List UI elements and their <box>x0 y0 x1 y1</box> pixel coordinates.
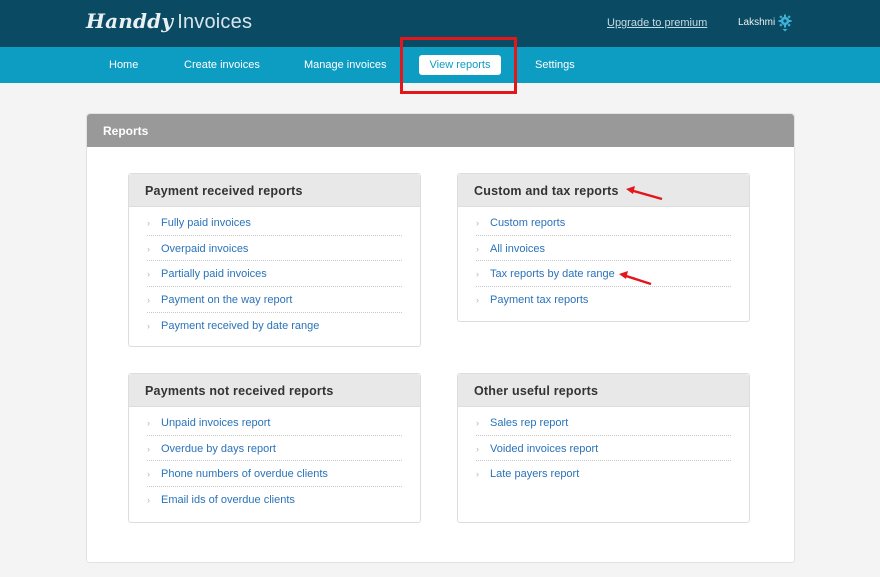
report-link[interactable]: Custom reports <box>490 217 565 229</box>
list-item: › Sales rep report <box>476 410 731 436</box>
section-title: Custom and tax reports <box>458 174 749 207</box>
nav-home[interactable]: Home <box>109 59 138 71</box>
list-item: › All invoices <box>476 236 731 262</box>
report-list: › Custom reports › All invoices › Tax repor… <box>458 207 749 313</box>
other-reports-section: Other useful reports › Sales rep report ›… <box>457 373 750 523</box>
chevron-right-icon: › <box>476 443 479 454</box>
list-item: › Payment tax reports <box>476 287 731 313</box>
section-title: Other useful reports <box>458 374 749 407</box>
report-link[interactable]: Late payers report <box>490 468 579 480</box>
not-received-section: Payments not received reports › Unpaid in… <box>128 373 421 523</box>
list-item: › Tax reports by date range <box>476 261 731 288</box>
chevron-right-icon: › <box>147 443 150 454</box>
chevron-right-icon: › <box>476 418 479 428</box>
chevron-right-icon: › <box>147 320 150 331</box>
user-name[interactable]: Lakshmi <box>738 17 775 28</box>
chevron-right-icon: › <box>147 218 150 228</box>
section-title: Payments not received reports <box>129 374 420 407</box>
report-link[interactable]: Phone numbers of overdue clients <box>161 468 328 480</box>
list-item: › Email ids of overdue clients <box>147 487 402 513</box>
list-item: › Phone numbers of overdue clients <box>147 461 402 488</box>
reports-panel: Reports Payment received reports › Fully … <box>86 113 795 563</box>
annotation-arrow-icon <box>619 271 652 286</box>
logo-plain: Invoices <box>177 11 253 33</box>
list-item: › Payment on the way report <box>147 287 402 313</box>
panel-title: Reports <box>103 124 149 138</box>
report-link[interactable]: Overdue by days report <box>161 443 276 455</box>
annotation-arrow-icon <box>626 186 663 201</box>
chevron-right-icon: › <box>476 243 479 254</box>
list-item: › Overpaid invoices <box>147 236 402 262</box>
logo-script: Handdy <box>86 9 174 33</box>
list-item: › Payment received by date range <box>147 313 402 339</box>
nav-create-invoices[interactable]: Create invoices <box>184 59 260 71</box>
list-item: › Fully paid invoices <box>147 210 402 236</box>
chevron-right-icon: › <box>147 295 150 306</box>
report-link[interactable]: Tax reports by date range <box>490 268 615 280</box>
report-list: › Unpaid invoices report › Overdue by days… <box>129 407 420 513</box>
report-link[interactable]: Email ids of overdue clients <box>161 494 295 506</box>
chevron-right-icon: › <box>147 243 150 254</box>
chevron-right-icon: › <box>476 295 479 306</box>
upgrade-link[interactable]: Upgrade to premium <box>607 17 707 29</box>
chevron-right-icon: › <box>476 218 479 228</box>
gear-icon[interactable] <box>778 14 792 32</box>
section-title: Payment received reports <box>129 174 420 207</box>
report-link[interactable]: All invoices <box>490 243 545 255</box>
chevron-right-icon: › <box>147 469 150 480</box>
annotation-highlight-box <box>400 37 517 94</box>
report-link[interactable]: Payment on the way report <box>161 294 292 306</box>
chevron-right-icon: › <box>147 495 150 506</box>
payment-received-section: Payment received reports › Fully paid inv… <box>128 173 421 347</box>
chevron-right-icon: › <box>147 418 150 428</box>
chevron-right-icon: › <box>147 269 150 280</box>
nav-manage-invoices[interactable]: Manage invoices <box>304 59 387 71</box>
report-link[interactable]: Sales rep report <box>490 417 568 429</box>
app-logo[interactable]: Handdy Invoices <box>86 9 252 34</box>
list-item: › Partially paid invoices <box>147 261 402 288</box>
nav-settings[interactable]: Settings <box>535 59 575 71</box>
report-link[interactable]: Unpaid invoices report <box>161 417 270 429</box>
report-list: › Fully paid invoices › Overpaid invoices … <box>129 207 420 338</box>
list-item: › Custom reports <box>476 210 731 236</box>
chevron-right-icon: › <box>476 469 479 480</box>
chevron-right-icon: › <box>476 269 479 280</box>
report-link[interactable]: Partially paid invoices <box>161 268 267 280</box>
list-item: › Voided invoices report <box>476 436 731 462</box>
report-link[interactable]: Fully paid invoices <box>161 217 251 229</box>
report-link[interactable]: Payment tax reports <box>490 294 588 306</box>
custom-tax-section: Custom and tax reports › Custom reports ›… <box>457 173 750 322</box>
list-item: › Late payers report <box>476 461 731 487</box>
list-item: › Overdue by days report <box>147 436 402 462</box>
report-link[interactable]: Voided invoices report <box>490 443 598 455</box>
report-link[interactable]: Payment received by date range <box>161 320 319 332</box>
report-link[interactable]: Overpaid invoices <box>161 243 248 255</box>
list-item: › Unpaid invoices report <box>147 410 402 436</box>
panel-header: Reports <box>87 114 794 147</box>
report-list: › Sales rep report › Voided invoices repor… <box>458 407 749 487</box>
